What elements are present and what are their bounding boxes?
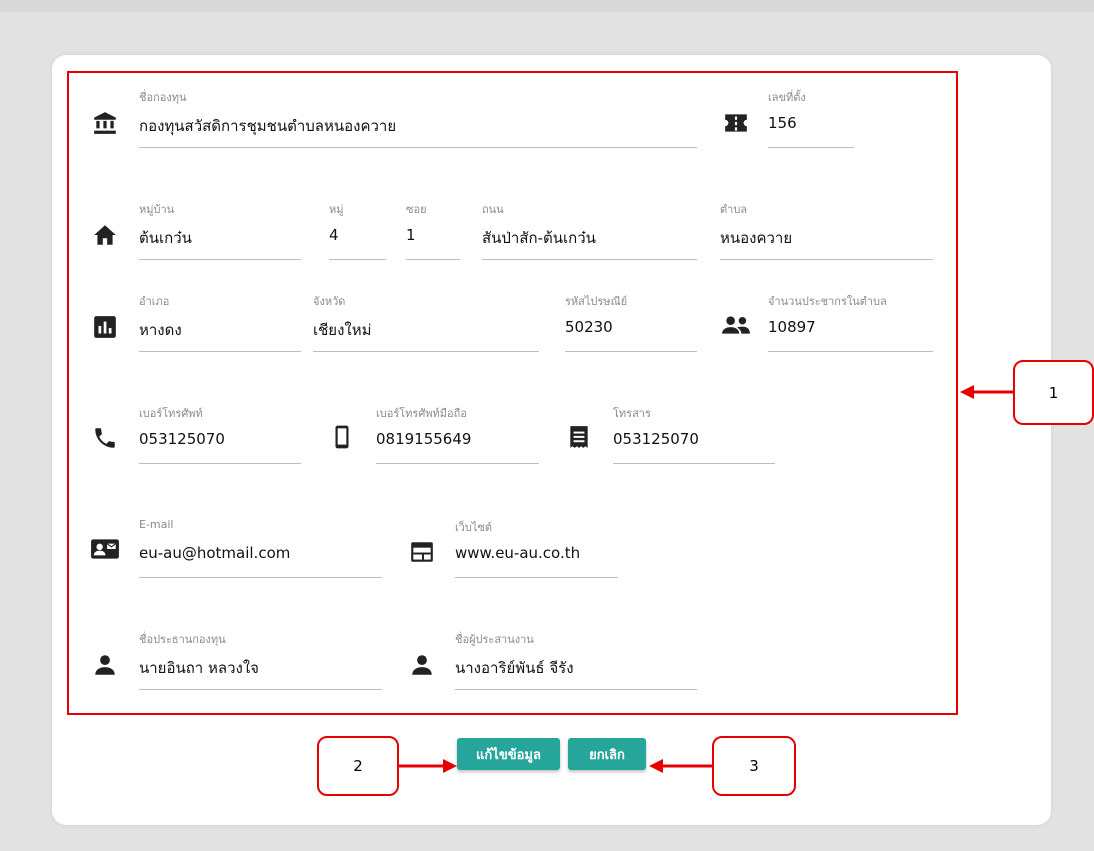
arrow-to-cancel (649, 759, 713, 773)
cancel-button[interactable]: ยกเลิก (568, 738, 646, 770)
top-strip (0, 0, 1094, 12)
callout-1: 1 (1013, 360, 1094, 425)
edit-button[interactable]: แก้ไขข้อมูล (457, 738, 560, 770)
arrow-to-edit (399, 759, 457, 773)
callout-2: 2 (317, 736, 399, 796)
arrow-to-frame (960, 385, 1014, 399)
annotation-frame (67, 71, 958, 715)
callout-3: 3 (712, 736, 796, 796)
